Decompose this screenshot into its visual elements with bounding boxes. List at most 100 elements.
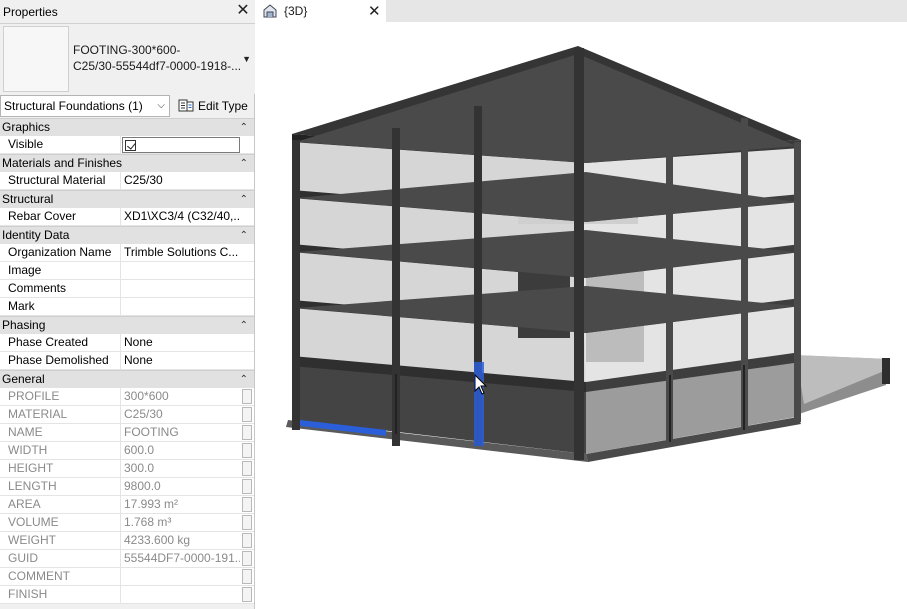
property-value[interactable] xyxy=(122,280,240,298)
property-row-weight: WEIGHT 4233.600 kg xyxy=(0,532,254,550)
property-value: 300.0 xyxy=(124,461,155,475)
chevron-down-icon[interactable]: ▼ xyxy=(242,54,251,64)
house-3d-icon xyxy=(263,4,277,18)
property-value xyxy=(122,586,240,604)
group-header-general[interactable]: General ⌃ xyxy=(0,370,254,388)
property-key: WEIGHT xyxy=(0,532,121,550)
value-edit-button[interactable] xyxy=(242,497,252,512)
group-header-structural[interactable]: Structural ⌃ xyxy=(0,190,254,208)
property-row-height: HEIGHT 300.0 xyxy=(0,460,254,478)
property-key: MATERIAL xyxy=(0,406,121,424)
property-row-material: MATERIAL C25/30 xyxy=(0,406,254,424)
property-value: 9800.0 xyxy=(124,479,161,493)
type-name-line1: FOOTING-300*600- xyxy=(73,43,181,57)
property-key: Rebar Cover xyxy=(0,208,121,226)
property-row-profile: PROFILE 300*600 xyxy=(0,388,254,406)
collapse-icon[interactable]: ⌃ xyxy=(240,119,248,136)
property-row-phase-created: Phase Created None xyxy=(0,334,254,352)
property-row-comments: Comments xyxy=(0,280,254,298)
value-edit-button[interactable] xyxy=(242,587,252,602)
edit-type-label: Edit Type xyxy=(198,99,248,113)
group-header-label: Graphics xyxy=(2,120,51,134)
value-edit-button[interactable] xyxy=(242,407,252,422)
property-value: 55544DF7-0000-191... xyxy=(124,551,240,565)
mouse-cursor-icon xyxy=(474,374,488,395)
value-edit-button[interactable] xyxy=(242,425,252,440)
property-value[interactable]: Trimble Solutions C... xyxy=(122,244,240,262)
property-value[interactable]: C25/30 xyxy=(122,172,240,190)
value-edit-button[interactable] xyxy=(242,479,252,494)
group-header-materials-and-finishes[interactable]: Materials and Finishes ⌃ xyxy=(0,154,254,172)
property-row-length: LENGTH 9800.0 xyxy=(0,478,254,496)
property-key: AREA xyxy=(0,496,121,514)
property-value: 17.993 m² xyxy=(124,497,179,511)
property-key: NAME xyxy=(0,424,121,442)
property-key: FINISH xyxy=(0,586,121,604)
property-key: Mark xyxy=(0,298,121,316)
property-value[interactable] xyxy=(122,136,240,154)
annex-end xyxy=(882,358,890,384)
property-value: 1.768 m³ xyxy=(124,515,172,529)
property-value: 4233.600 kg xyxy=(124,533,191,547)
type-name: FOOTING-300*600- C25/30-55544df7-0000-19… xyxy=(73,42,241,74)
property-row-phase-demolished: Phase Demolished None xyxy=(0,352,254,370)
type-selector[interactable]: FOOTING-300*600- C25/30-55544df7-0000-19… xyxy=(0,24,255,94)
properties-title-bar: Properties ✕ xyxy=(0,0,255,24)
view-tab-bar: {3D} ✕ xyxy=(256,0,907,22)
close-icon[interactable]: ✕ xyxy=(235,2,251,20)
value-edit-button[interactable] xyxy=(242,461,252,476)
edit-type-icon xyxy=(178,99,194,112)
value-edit-button[interactable] xyxy=(242,389,252,404)
group-header-phasing[interactable]: Phasing ⌃ xyxy=(0,316,254,334)
property-value[interactable]: XD1\XC3/4 (C32/40,... xyxy=(122,208,240,226)
collapse-icon[interactable]: ⌃ xyxy=(240,227,248,244)
instance-filter-value: Structural Foundations (1) xyxy=(4,99,143,113)
properties-grid: Graphics ⌃ Visible Materials and Finishes ⌃ S… xyxy=(0,118,254,604)
group-header-label: General xyxy=(2,372,45,386)
value-edit-button[interactable] xyxy=(242,443,252,458)
property-key: WIDTH xyxy=(0,442,121,460)
type-name-line2: C25/30-55544df7-0000-1918-... xyxy=(73,59,241,73)
tab-3d-view[interactable]: {3D} ✕ xyxy=(256,0,386,22)
property-value xyxy=(122,568,240,586)
group-header-identity-data[interactable]: Identity Data ⌃ xyxy=(0,226,254,244)
edit-type-button[interactable]: Edit Type xyxy=(173,95,253,117)
instance-filter-dropdown[interactable]: Structural Foundations (1) ⌵ xyxy=(0,95,170,117)
property-row-visible: Visible xyxy=(0,136,254,154)
properties-title: Properties xyxy=(3,5,58,19)
property-key: Organization Name xyxy=(0,244,121,262)
property-row-mark: Mark xyxy=(0,298,254,316)
building-geometry xyxy=(286,46,890,462)
collapse-icon[interactable]: ⌃ xyxy=(240,191,248,208)
property-value: 300*600 xyxy=(124,389,169,403)
close-icon[interactable]: ✕ xyxy=(368,2,381,20)
property-key: VOLUME xyxy=(0,514,121,532)
group-header-label: Materials and Finishes xyxy=(2,156,123,170)
property-row-name: NAME FOOTING xyxy=(0,424,254,442)
tab-3d-label: {3D} xyxy=(284,4,308,18)
group-header-label: Structural xyxy=(2,192,54,206)
value-edit-button[interactable] xyxy=(242,551,252,566)
property-value[interactable]: None xyxy=(122,334,240,352)
3d-viewport[interactable] xyxy=(256,22,907,609)
property-value[interactable] xyxy=(122,262,240,280)
property-row-finish: FINISH xyxy=(0,586,254,604)
property-key: Visible xyxy=(0,136,121,154)
property-value[interactable]: None xyxy=(122,352,240,370)
value-edit-button[interactable] xyxy=(242,515,252,530)
collapse-icon[interactable]: ⌃ xyxy=(240,155,248,172)
property-value[interactable] xyxy=(122,298,240,316)
value-edit-button[interactable] xyxy=(242,569,252,584)
chevron-down-icon: ⌵ xyxy=(157,100,165,111)
collapse-icon[interactable]: ⌃ xyxy=(240,317,248,334)
collapse-icon[interactable]: ⌃ xyxy=(240,371,248,388)
group-header-graphics[interactable]: Graphics ⌃ xyxy=(0,118,254,136)
building-model xyxy=(286,46,890,462)
group-header-label: Phasing xyxy=(2,318,46,332)
instance-row: Structural Foundations (1) ⌵ Edit Type xyxy=(0,94,255,118)
property-row-rebar-cover: Rebar Cover XD1\XC3/4 (C32/40,... xyxy=(0,208,254,226)
visible-checkbox[interactable] xyxy=(122,137,240,153)
value-edit-button[interactable] xyxy=(242,533,252,548)
property-key: HEIGHT xyxy=(0,460,121,478)
property-row-guid: GUID 55544DF7-0000-191... xyxy=(0,550,254,568)
